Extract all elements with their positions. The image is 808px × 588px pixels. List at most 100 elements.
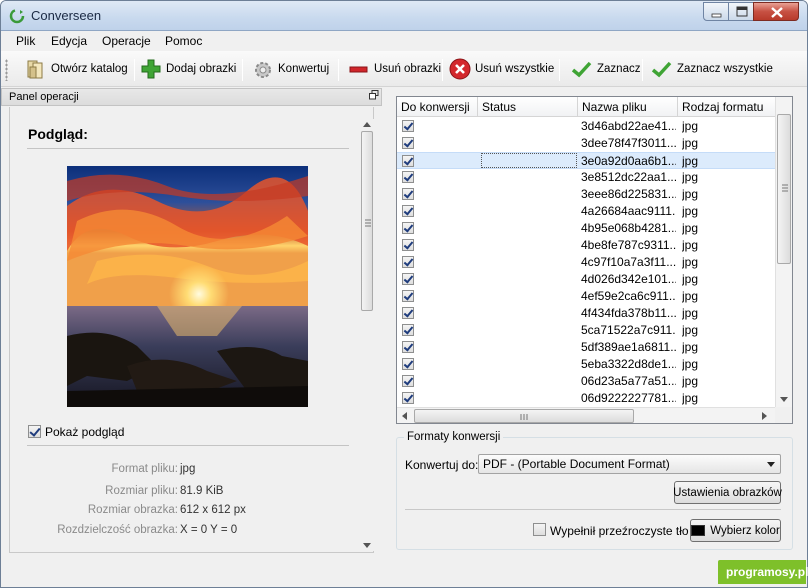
row-convert-checkbox[interactable]: [402, 188, 414, 200]
column-header-format[interactable]: Rodzaj formatu: [682, 100, 763, 114]
show-preview-label: Pokaż podgląd: [45, 425, 125, 439]
scroll-right-icon[interactable]: [762, 412, 767, 420]
row-filename: 4d026d342e101...: [581, 272, 676, 286]
remove-images-button[interactable]: Usuń obrazki: [348, 55, 441, 83]
table-vertical-scrollbar[interactable]: [775, 97, 792, 407]
image-settings-label: Ustawienia obrazków: [673, 486, 782, 499]
add-images-button[interactable]: Dodaj obrazki: [140, 55, 236, 83]
table-horizontal-scrollbar[interactable]: [397, 407, 775, 423]
column-divider[interactable]: [477, 97, 478, 117]
table-row[interactable]: 4ef59e2ca6c911... jpg: [397, 288, 775, 305]
row-convert-checkbox[interactable]: [402, 120, 414, 132]
close-button[interactable]: [753, 2, 799, 21]
convert-label: Konwertuj: [278, 63, 330, 75]
row-convert-checkbox[interactable]: [402, 239, 414, 251]
convert-button[interactable]: Konwertuj: [252, 55, 329, 83]
scroll-up-icon[interactable]: [363, 122, 371, 127]
minus-icon: [348, 58, 370, 80]
remove-all-label: Usuń wszystkie: [475, 63, 555, 75]
row-convert-checkbox[interactable]: [402, 341, 414, 353]
toolbar-grip[interactable]: [5, 59, 8, 81]
scrollbar-thumb[interactable]: [414, 409, 634, 423]
file-format-label: Format pliku:: [111, 463, 178, 475]
table-row[interactable]: 06d9222227781... jpg: [397, 390, 775, 407]
choose-color-button[interactable]: Wybierz kolor: [690, 519, 781, 542]
image-settings-button[interactable]: Ustawienia obrazków: [673, 481, 782, 504]
table-row[interactable]: 4f434fda378b11... jpg: [397, 305, 775, 322]
column-header-status[interactable]: Status: [482, 100, 516, 114]
row-convert-checkbox[interactable]: [402, 155, 414, 167]
table-row[interactable]: 3d46abd22ae41... jpg: [397, 118, 775, 135]
table-row[interactable]: 4c97f10a7a3f11... jpg: [397, 254, 775, 271]
row-format: jpg: [682, 255, 699, 269]
row-convert-checkbox[interactable]: [402, 290, 414, 302]
table-row[interactable]: 4d026d342e101... jpg: [397, 271, 775, 288]
scrollbar-thumb[interactable]: [777, 114, 791, 264]
row-convert-checkbox[interactable]: [402, 171, 414, 183]
preview-heading: Podgląd:: [28, 126, 88, 142]
fill-transparent-checkbox[interactable]: [533, 523, 546, 536]
row-convert-checkbox[interactable]: [402, 273, 414, 285]
convert-to-label: Konwertuj do:: [405, 458, 479, 472]
row-convert-checkbox[interactable]: [402, 256, 414, 268]
row-convert-checkbox[interactable]: [402, 392, 414, 404]
row-convert-checkbox[interactable]: [402, 358, 414, 370]
column-divider[interactable]: [577, 97, 578, 117]
row-convert-checkbox[interactable]: [402, 307, 414, 319]
toolbar-separator: [642, 59, 643, 81]
row-convert-checkbox[interactable]: [402, 375, 414, 387]
column-divider[interactable]: [677, 97, 678, 117]
row-format: jpg: [682, 272, 699, 286]
minimize-button[interactable]: [703, 2, 729, 21]
table-row[interactable]: 4b95e068b4281... jpg: [397, 220, 775, 237]
check-all-button[interactable]: Zaznacz wszystkie: [651, 55, 773, 83]
float-panel-icon[interactable]: [369, 90, 379, 100]
maximize-button[interactable]: [728, 2, 754, 21]
open-directory-button[interactable]: Otwórz katalog: [25, 55, 128, 83]
table-row[interactable]: 5ca71522a7c911... jpg: [397, 322, 775, 339]
table-row[interactable]: 3dee78f47f3011... jpg: [397, 135, 775, 152]
check-button[interactable]: Zaznacz: [571, 55, 640, 83]
image-resolution-label: Rozdzielczość obrazka:: [57, 524, 178, 536]
scrollbar-thumb[interactable]: [361, 131, 373, 311]
checkmark-icon: [651, 58, 673, 80]
table-row[interactable]: 06d23a5a77a51... jpg: [397, 373, 775, 390]
row-format: jpg: [682, 238, 699, 252]
row-convert-checkbox[interactable]: [402, 222, 414, 234]
row-convert-checkbox[interactable]: [402, 137, 414, 149]
menu-operacje[interactable]: Operacje: [102, 34, 151, 48]
menu-pomoc[interactable]: Pomoc: [165, 34, 202, 48]
column-header-filename[interactable]: Nazwa pliku: [582, 100, 647, 114]
image-list-table: Do konwersji Status Nazwa pliku Rodzaj f…: [396, 96, 793, 424]
scroll-down-icon[interactable]: [363, 543, 371, 548]
row-filename: 4a26684aac9111...: [581, 204, 676, 218]
row-filename: 4b95e068b4281...: [581, 221, 676, 235]
operations-panel: Podgląd: Pokaż podgląd Format pliku: jpg…: [9, 107, 374, 553]
menu-plik[interactable]: Plik: [16, 34, 35, 48]
show-preview-checkbox[interactable]: [28, 425, 41, 438]
table-row[interactable]: 3e8512dc22aa1... jpg: [397, 169, 775, 186]
menu-bar: Plik Edycja Operacje Pomoc: [1, 31, 807, 51]
gear-icon: [252, 58, 274, 80]
table-row[interactable]: 5df389ae1a6811... jpg: [397, 339, 775, 356]
toolbar-separator: [559, 59, 560, 81]
panel-scrollbar[interactable]: [360, 119, 374, 551]
table-row[interactable]: 3e0a92d0aa6b1... jpg: [397, 152, 775, 169]
window-title: Converseen: [31, 8, 102, 23]
menu-edycja[interactable]: Edycja: [51, 34, 87, 48]
row-format: jpg: [682, 306, 699, 320]
table-row[interactable]: 3eee86d225831... jpg: [397, 186, 775, 203]
folder-icon: [25, 58, 47, 80]
remove-all-button[interactable]: Usuń wszystkie: [449, 55, 554, 83]
table-row[interactable]: 4a26684aac9111... jpg: [397, 203, 775, 220]
table-row[interactable]: 4be8fe787c9311... jpg: [397, 237, 775, 254]
row-convert-checkbox[interactable]: [402, 324, 414, 336]
file-size-value: 81.9 KiB: [180, 485, 224, 497]
row-convert-checkbox[interactable]: [402, 205, 414, 217]
column-header-to-convert[interactable]: Do konwersji: [401, 100, 470, 114]
scroll-left-icon[interactable]: [402, 412, 407, 420]
table-row[interactable]: 5eba3322d8de1... jpg: [397, 356, 775, 373]
scroll-down-icon[interactable]: [780, 397, 788, 402]
check-label: Zaznacz: [597, 63, 641, 75]
convert-to-select[interactable]: PDF - (Portable Document Format): [478, 454, 781, 474]
